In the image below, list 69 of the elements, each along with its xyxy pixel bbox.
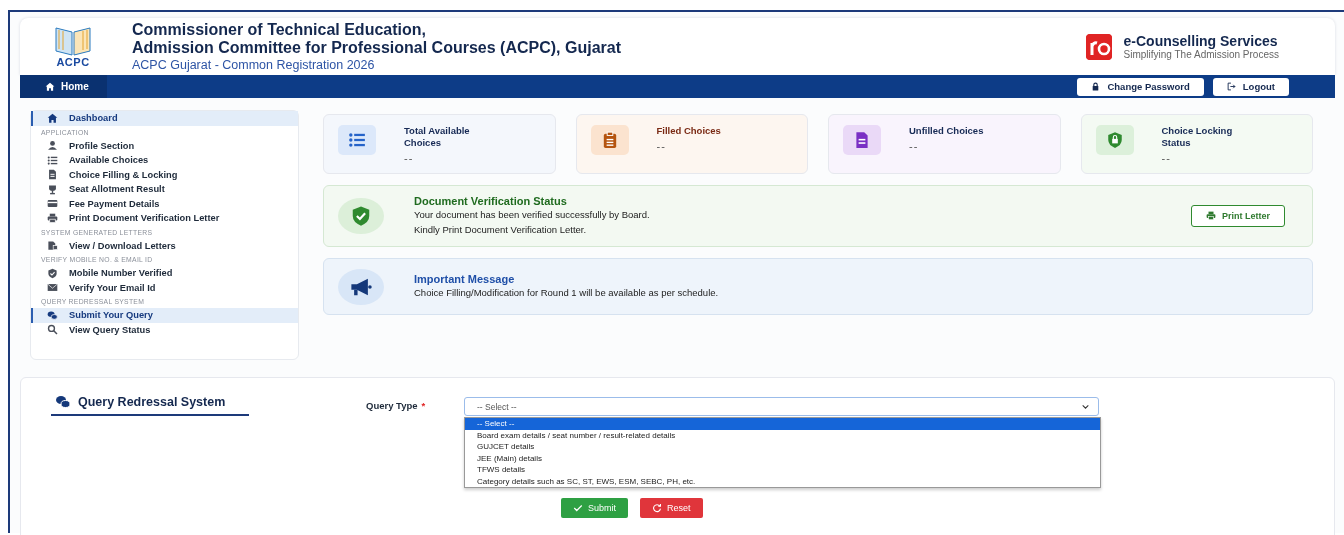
brand-logo	[1085, 33, 1112, 60]
query-type-select[interactable]: -- Select --	[464, 397, 1099, 416]
card-text: Choice Filling/Modification for Round 1 will be available as per schedule.	[414, 286, 720, 300]
sidebar-item[interactable]: View / Download Letters	[31, 238, 298, 253]
sidebar-item[interactable]: Choice Filling & Locking	[31, 167, 298, 182]
sidebar-item[interactable]: Seat Allotment Result	[31, 182, 298, 197]
user-icon	[47, 140, 58, 152]
shield-check-icon	[350, 205, 372, 227]
sidebar-item[interactable]: Mobile Number Verified	[31, 266, 298, 281]
card-title: Document Verification Status	[414, 195, 568, 207]
change-password-button[interactable]: Change Password	[1077, 77, 1204, 96]
card-title: Important Message	[414, 273, 516, 285]
stat-value: --	[909, 140, 920, 152]
sidebar-item[interactable]: Submit Your Query	[31, 308, 298, 323]
field-label: Query Type	[366, 400, 418, 411]
stat-label: Total Available Choices	[404, 125, 471, 149]
stat-label: Filled Choices	[656, 125, 721, 137]
book-icon	[54, 24, 92, 57]
home-tab[interactable]: Home	[20, 75, 107, 98]
sidebar-item[interactable]: Available Choices	[31, 153, 298, 168]
dropdown-option[interactable]: JEE (Main) details	[465, 452, 1100, 464]
section-title-text: Query Redressal System	[78, 395, 226, 409]
header-subtitle: ACPC Gujarat - Common Registration 2026	[132, 56, 376, 73]
card-text: Your document has been verified successfully by Board.	[414, 208, 651, 222]
stat-value: --	[404, 152, 415, 164]
home-icon	[45, 81, 55, 92]
logout-icon	[1226, 82, 1236, 91]
dropdown-option[interactable]: Category details such as SC, ST, EWS, ESM, SEBC, PH, etc.	[465, 475, 1100, 487]
dropdown-option[interactable]: Board exam details / seat number / result-related details	[465, 429, 1100, 441]
stat-label: Unfilled Choices	[909, 125, 984, 137]
sidebar-item[interactable]: Dashboard	[31, 111, 298, 126]
printer-icon	[1206, 211, 1216, 221]
sidebar-item[interactable]: Verify Your Email Id	[31, 280, 298, 295]
brand-name: e-Counselling Services	[1123, 33, 1279, 49]
document-icon	[47, 169, 58, 181]
list-icon	[47, 154, 58, 166]
search-icon	[47, 324, 58, 336]
brand-tagline: Simplifying The Admission Process	[1123, 49, 1279, 60]
sidebar-item[interactable]: Print Document Verification Letter	[31, 211, 298, 226]
caret-icon	[1081, 402, 1090, 411]
logo-text: ACPC	[56, 56, 90, 68]
home-icon	[47, 112, 58, 124]
required-mark: *	[421, 400, 426, 411]
chat-icon	[55, 394, 71, 410]
document-icon	[47, 240, 58, 252]
logout-button[interactable]: Logout	[1212, 77, 1289, 96]
stat-value: --	[1161, 152, 1172, 164]
stat-label: Choice Locking Status	[1161, 125, 1234, 149]
card-icon	[47, 198, 58, 210]
header-title: Admission Committee for Professional Courses (ACPC), Gujarat	[132, 38, 622, 57]
card-text: Kindly Print Document Verification Letter.	[414, 223, 588, 237]
sidebar-item[interactable]: Fee Payment Details	[31, 196, 298, 211]
dropdown-option[interactable]: TFWS details	[465, 464, 1100, 476]
chat-icon	[47, 309, 58, 321]
dropdown-option[interactable]: -- Select --	[465, 418, 1100, 430]
reset-button[interactable]: Reset	[640, 498, 703, 518]
shield-check-icon	[47, 267, 58, 279]
stat-value: --	[656, 140, 667, 152]
printer-icon	[47, 212, 58, 224]
trophy-icon	[47, 183, 58, 195]
reset-icon	[652, 503, 662, 513]
envelope-icon	[47, 282, 58, 294]
print-letter-button[interactable]: Print Letter	[1191, 205, 1285, 227]
check-icon	[573, 503, 583, 513]
sidebar-item[interactable]: Profile Section	[31, 138, 298, 153]
sidebar-item[interactable]: View Query Status	[31, 322, 298, 337]
dropdown-option[interactable]: GUJCET details	[465, 441, 1100, 453]
header-title: Commissioner of Technical Education,	[132, 20, 427, 39]
lock-icon	[1091, 82, 1101, 91]
